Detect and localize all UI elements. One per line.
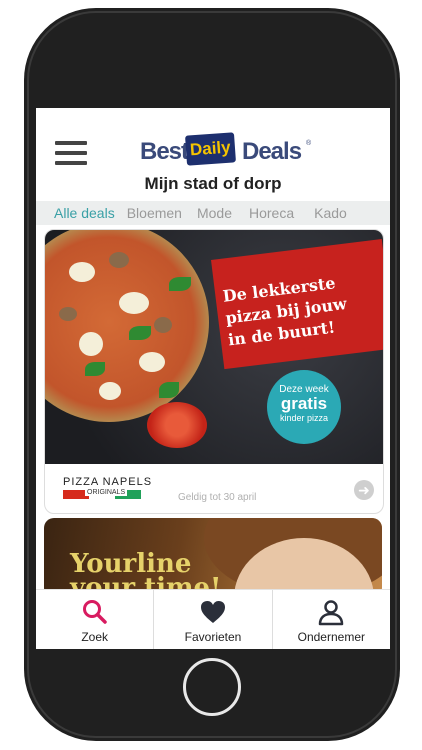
app-screen: Best Daily Deals ® Mijn stad of dorp All… bbox=[36, 108, 390, 649]
nav-zoek[interactable]: Zoek bbox=[36, 590, 153, 649]
tab-alle-deals[interactable]: Alle deals bbox=[54, 205, 115, 221]
tomato-image bbox=[147, 402, 207, 448]
nav-label-ondernemer: Ondernemer bbox=[297, 630, 365, 644]
nav-label-zoek: Zoek bbox=[81, 630, 108, 644]
merchant-logo: PIZZA NAPELS ORIGINALS bbox=[63, 476, 153, 499]
deal-card-2[interactable]: Yourline your time! bbox=[44, 518, 382, 598]
nav-ondernemer[interactable]: Ondernemer bbox=[271, 590, 390, 649]
tab-horeca[interactable]: Horeca bbox=[249, 205, 294, 221]
deal-validity: Geldig tot 30 april bbox=[178, 492, 257, 503]
bottom-nav: Zoek Favorieten Ondernemer bbox=[36, 589, 390, 649]
search-icon bbox=[82, 600, 107, 624]
deal-card[interactable]: De lekkerste pizza bij jouw in de buurt!… bbox=[44, 229, 384, 514]
arrow-right-icon[interactable]: ➜ bbox=[354, 480, 374, 500]
logo-best: Best bbox=[140, 138, 189, 165]
tab-kado[interactable]: Kado bbox=[314, 205, 347, 221]
pizza-image bbox=[45, 230, 209, 422]
location-title[interactable]: Mijn stad of dorp bbox=[36, 174, 390, 194]
promo-badge: Deze week gratis kinder pizza bbox=[267, 370, 341, 444]
merchant-name: PIZZA NAPELS bbox=[63, 476, 153, 488]
logo-deals: Deals bbox=[242, 138, 302, 165]
heart-icon bbox=[200, 601, 225, 623]
logo-registered: ® bbox=[306, 140, 312, 147]
user-icon bbox=[319, 600, 344, 626]
tab-mode[interactable]: Mode bbox=[197, 205, 232, 221]
menu-icon[interactable] bbox=[55, 141, 87, 165]
home-button[interactable] bbox=[183, 658, 241, 716]
badge-line-2: gratis bbox=[280, 394, 328, 413]
logo-daily: Daily bbox=[185, 132, 236, 166]
category-tabs: Alle deals Bloemen Mode Horeca Kado bbox=[36, 201, 390, 225]
merchant-flag: ORIGINALS bbox=[63, 489, 141, 499]
badge-line-3: kinder pizza bbox=[279, 413, 329, 423]
deal-image: De lekkerste pizza bij jouw in de buurt!… bbox=[45, 230, 383, 464]
nav-favorieten[interactable]: Favorieten bbox=[153, 590, 271, 649]
tab-bloemen[interactable]: Bloemen bbox=[127, 205, 182, 221]
logo: Best Daily Deals ® bbox=[140, 130, 320, 170]
merchant-subtitle: ORIGINALS bbox=[85, 489, 128, 496]
nav-label-favorieten: Favorieten bbox=[184, 630, 242, 644]
